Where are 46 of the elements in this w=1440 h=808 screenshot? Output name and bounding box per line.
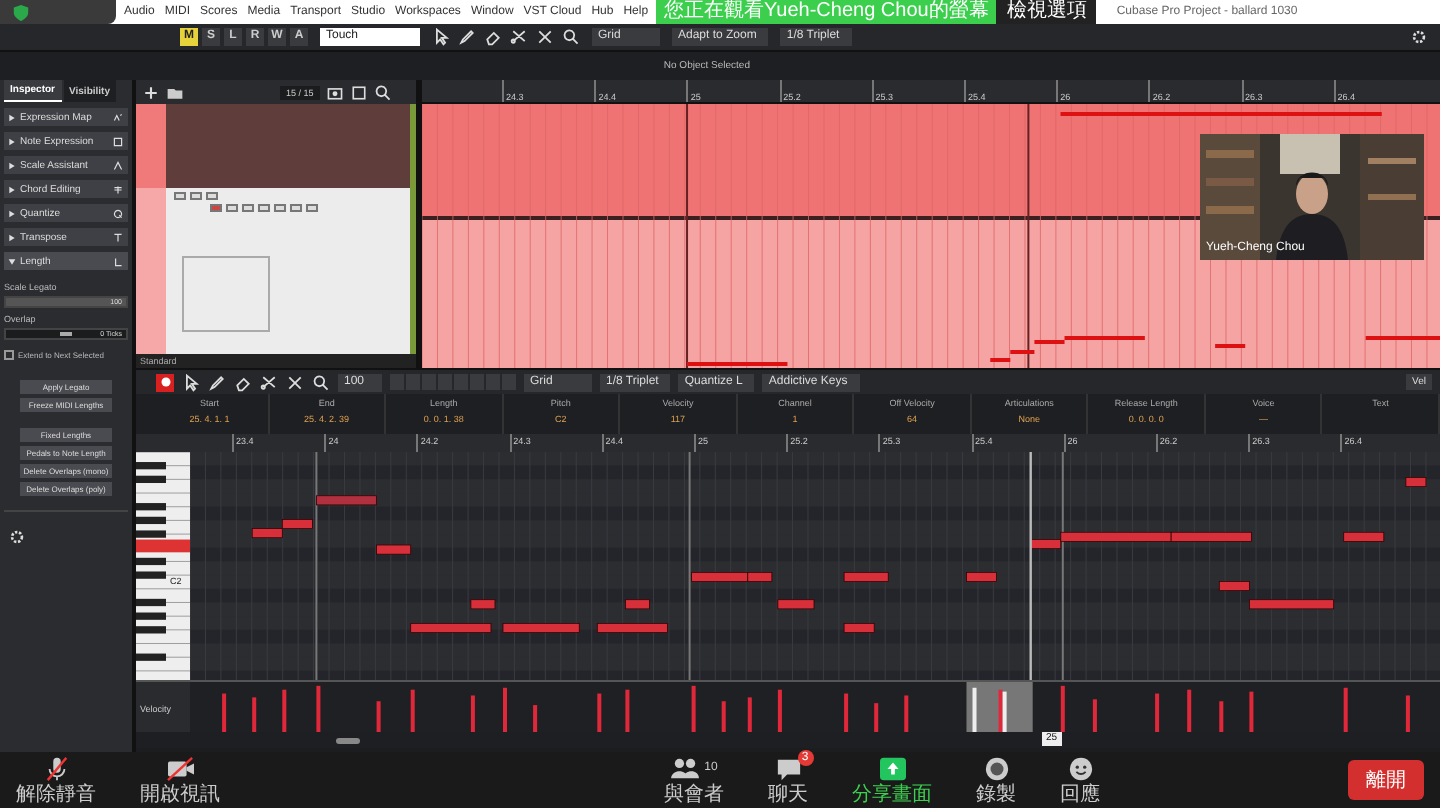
chat-icon xyxy=(775,755,801,781)
people-icon xyxy=(670,755,701,781)
frame-icon[interactable] xyxy=(349,83,368,101)
pencil-icon[interactable] xyxy=(458,28,476,46)
share-screen-icon xyxy=(877,755,907,781)
pointer-icon[interactable] xyxy=(182,373,200,391)
start-video-button[interactable]: 開啟視訊 xyxy=(140,755,220,805)
expression-icon xyxy=(112,111,124,123)
unmute-button[interactable]: 解除靜音 xyxy=(16,755,96,805)
shield-icon xyxy=(12,3,30,21)
track-row[interactable] xyxy=(136,104,416,188)
pencil-icon[interactable] xyxy=(208,373,226,391)
quantize-icon xyxy=(112,207,124,219)
cross-icon[interactable] xyxy=(536,28,554,46)
chord-icon xyxy=(112,183,124,195)
transpose-icon xyxy=(112,231,124,243)
leave-button[interactable]: 離開 xyxy=(1348,760,1424,800)
search-icon[interactable] xyxy=(312,373,330,391)
record-button[interactable]: 錄製 xyxy=(976,755,1016,805)
reactions-button[interactable]: 回應 xyxy=(1060,755,1100,805)
piano-keyboard-drawing[interactable] xyxy=(136,452,190,680)
share-screen-button[interactable]: 分享畫面 xyxy=(852,755,932,805)
search-icon[interactable] xyxy=(562,28,580,46)
scale-icon xyxy=(112,159,124,171)
view-options-button[interactable]: 檢視選項 xyxy=(996,0,1097,24)
settings-icon[interactable] xyxy=(1410,28,1428,46)
eraser-icon[interactable] xyxy=(484,28,502,46)
checkbox[interactable] xyxy=(4,350,14,360)
search-icon[interactable] xyxy=(373,83,392,101)
muted-mic-icon xyxy=(43,755,69,781)
scissors-icon[interactable] xyxy=(260,373,278,391)
record-toggle-button[interactable] xyxy=(156,373,174,391)
eraser-icon[interactable] xyxy=(234,373,252,391)
track-row[interactable] xyxy=(136,188,416,354)
scrollbar[interactable] xyxy=(336,737,360,743)
camera-icon[interactable] xyxy=(325,83,344,101)
length-icon xyxy=(112,255,124,267)
video-off-icon xyxy=(165,755,195,781)
plus-icon[interactable] xyxy=(142,83,160,101)
cross-icon[interactable] xyxy=(286,373,304,391)
scissors-icon[interactable] xyxy=(510,28,528,46)
smiley-icon xyxy=(1067,755,1093,781)
record-icon xyxy=(983,755,1009,781)
screen-share-banner: 您正在觀看Yueh-Cheng Chou的螢幕 xyxy=(656,0,997,24)
pointer-icon[interactable] xyxy=(432,28,450,46)
settings-icon[interactable] xyxy=(8,528,26,546)
